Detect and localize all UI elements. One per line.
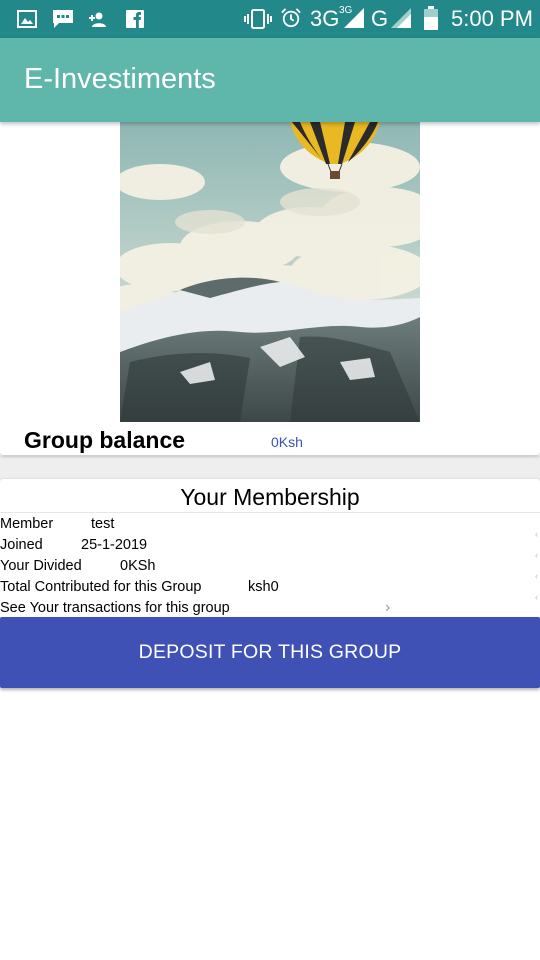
battery-icon <box>424 6 438 30</box>
group-balance-label: Group balance <box>24 427 186 453</box>
edge-indicator: ‹ <box>535 531 538 537</box>
status-bar: 3G 3G G 5:00 PM <box>0 0 540 38</box>
app-bar: E-Investiments <box>0 38 540 122</box>
dividend-label: Your Divided <box>0 558 82 574</box>
joined-value: 25-1-2019 <box>81 537 148 553</box>
network-3g-label: 3G <box>310 6 340 31</box>
edge-indicator: ‹ <box>535 552 538 558</box>
alarm-icon <box>281 8 301 28</box>
signal-g-icon <box>391 8 411 28</box>
total-contributed-value: ksh0 <box>248 579 279 595</box>
group-image <box>120 122 420 422</box>
member-value: test <box>91 516 115 532</box>
joined-label: Joined <box>0 537 43 553</box>
total-contributed-label: Total Contributed for this Group <box>0 579 202 595</box>
group-card: Group balance 0Ksh <box>0 122 540 455</box>
member-label: Member <box>0 516 54 532</box>
vibrate-icon <box>244 9 272 29</box>
edge-indicator: ‹ <box>535 594 538 600</box>
signal-3g-icon <box>344 8 364 28</box>
membership-divider <box>0 512 540 513</box>
edge-indicator: ‹ <box>535 573 538 579</box>
gallery-icon <box>17 10 37 28</box>
chat-icon <box>53 10 73 28</box>
status-time: 5:00 PM <box>451 6 533 31</box>
membership-card: Your Membership Member test Joined 25-1-… <box>0 479 540 619</box>
facebook-icon <box>126 10 144 28</box>
add-person-icon <box>89 12 106 27</box>
deposit-button[interactable]: DEPOSIT FOR THIS GROUP <box>0 617 540 688</box>
network-g-label: G <box>371 6 389 31</box>
transactions-link-label: See Your transactions for this group <box>0 600 230 616</box>
group-balance-value: 0Ksh <box>271 434 303 450</box>
transactions-link[interactable]: See Your transactions for this group › <box>0 599 540 617</box>
content-area: Group balance 0Ksh Your Membership Membe… <box>0 122 540 960</box>
membership-title: Your Membership <box>180 484 360 510</box>
chevron-right-icon: › <box>385 599 391 616</box>
app-title: E-Investiments <box>24 63 216 95</box>
dividend-value: 0KSh <box>120 558 156 574</box>
